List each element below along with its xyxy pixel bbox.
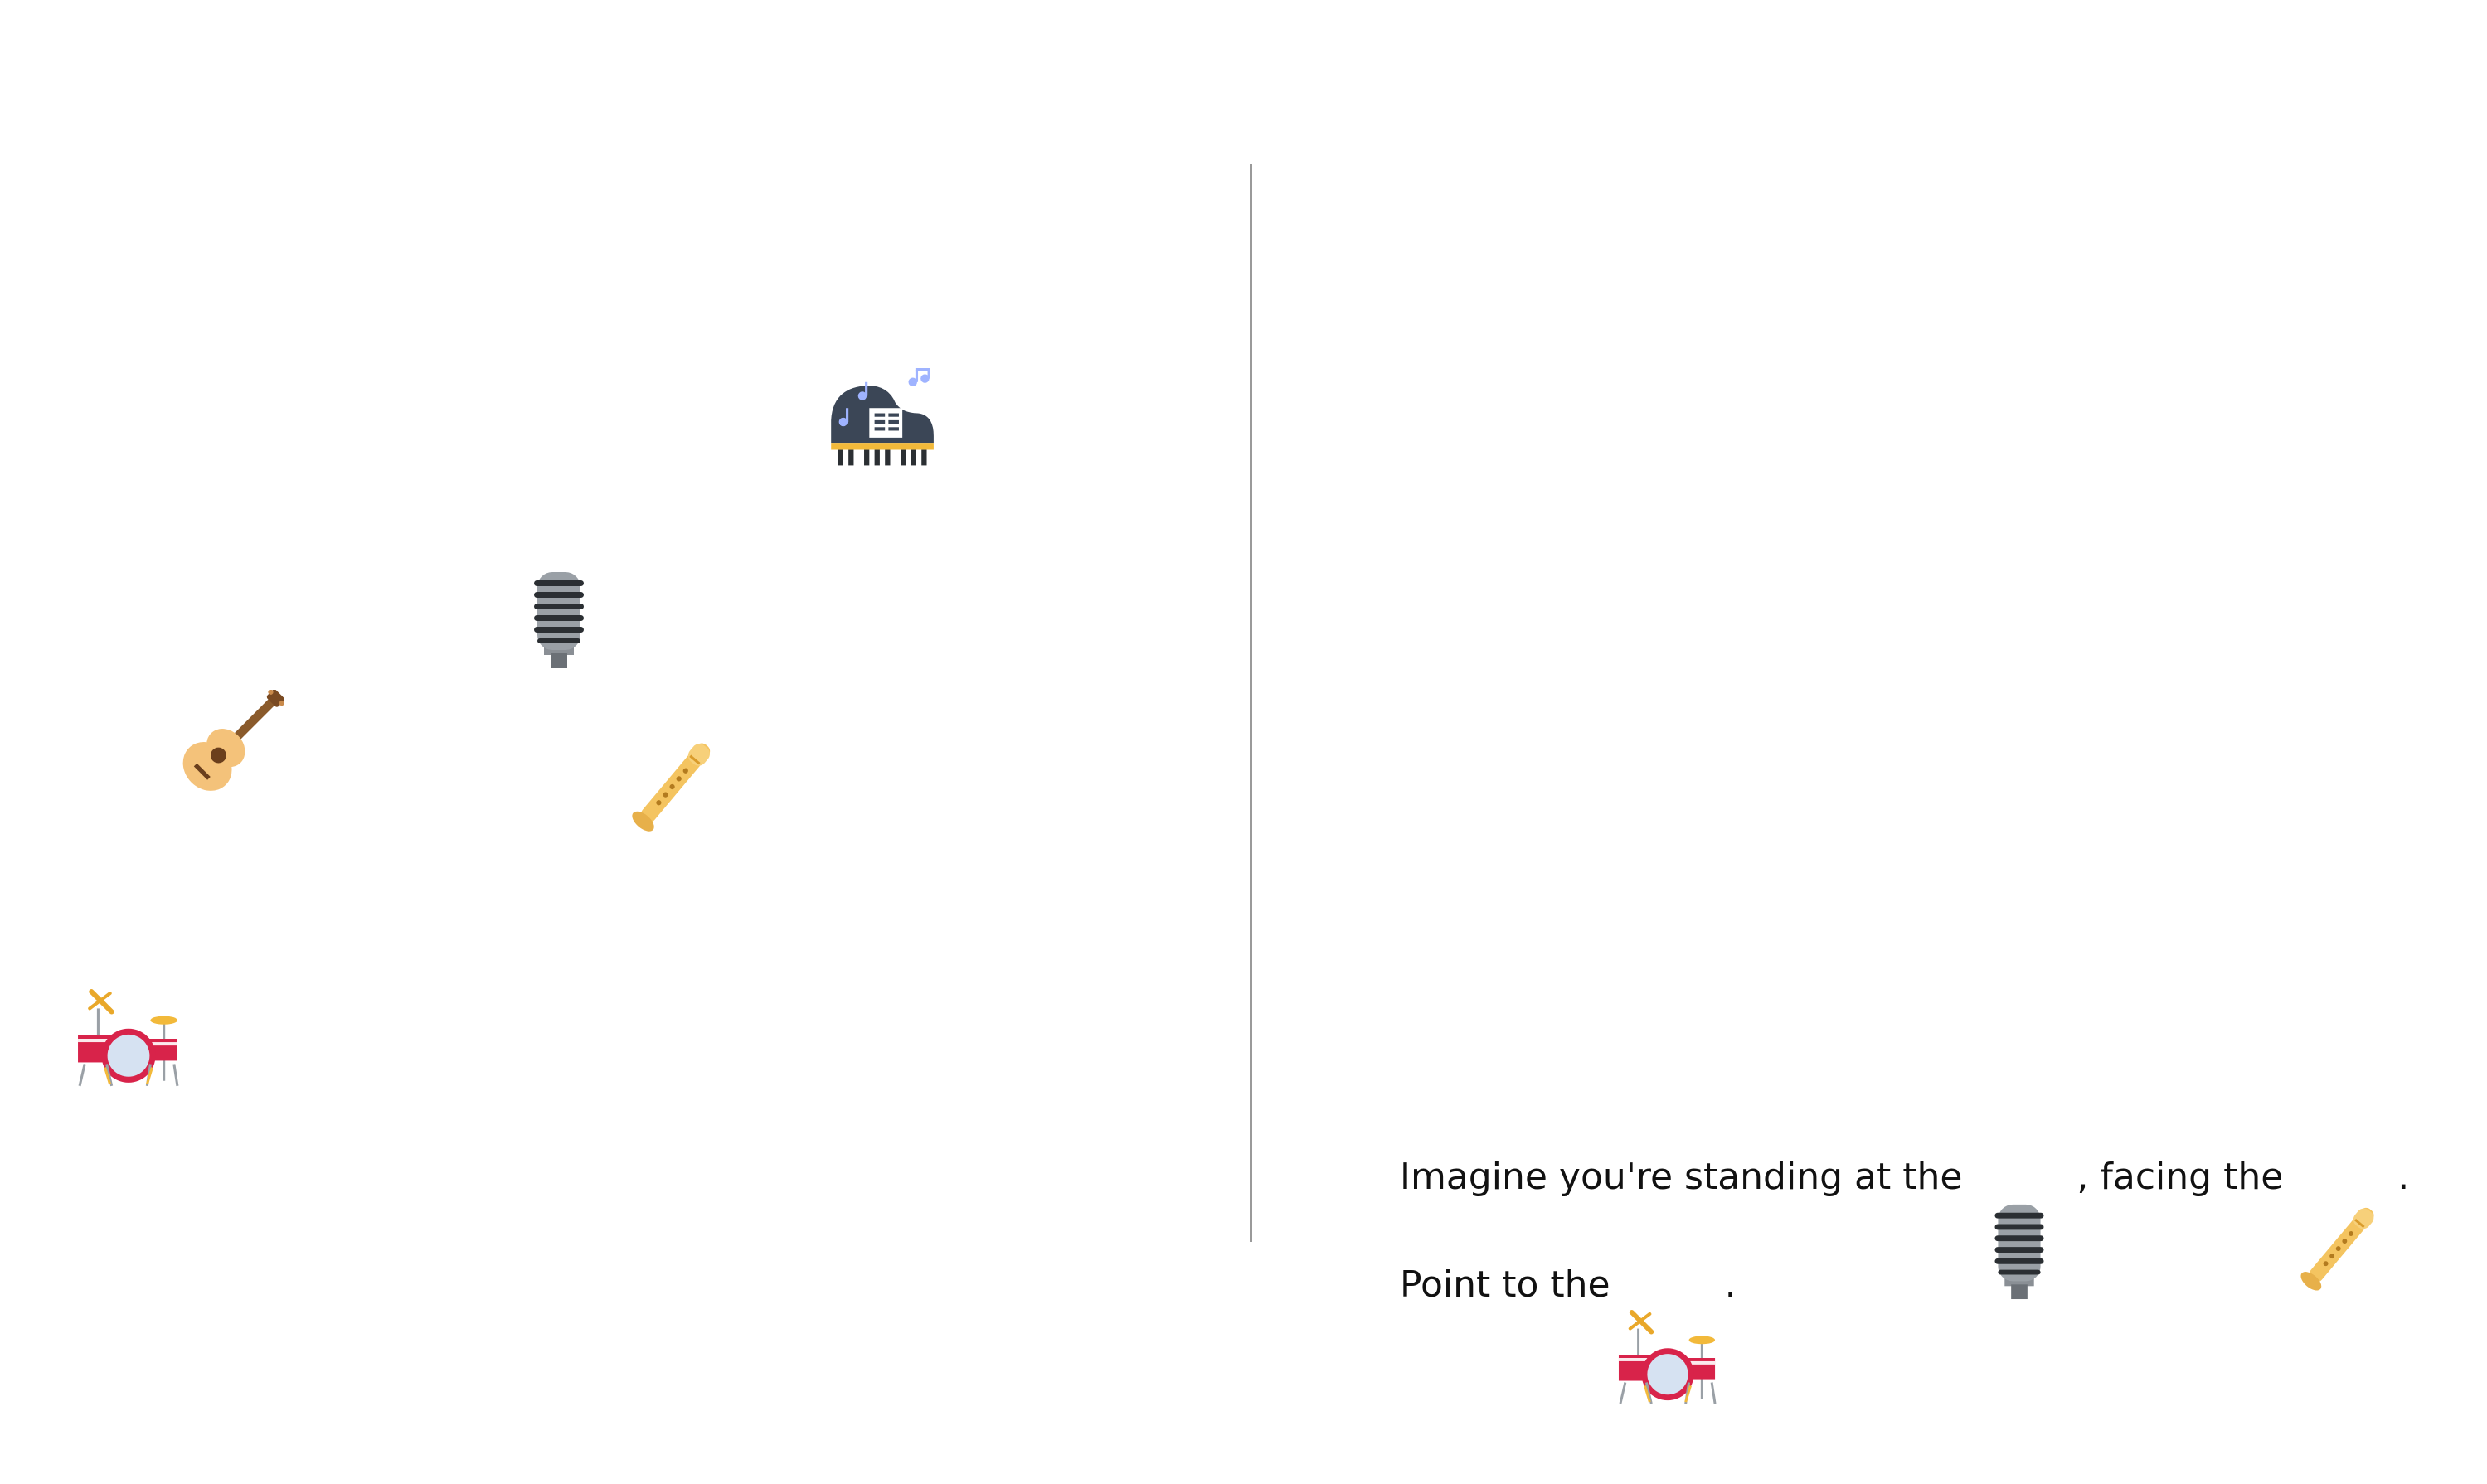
- instruction-text-point: Point to the: [1400, 1263, 1610, 1306]
- instruction-prompt: Imagine you're standing at the , facing …: [1400, 1123, 2428, 1339]
- scene-panel: [0, 0, 1244, 1399]
- flute-icon: [2290, 1127, 2391, 1294]
- guitar-icon[interactable]: [177, 690, 285, 798]
- instruction-period-1: .: [2397, 1156, 2410, 1198]
- drum-kit-icon[interactable]: [76, 987, 181, 1091]
- grand-piano-icon[interactable]: [828, 368, 935, 476]
- drum-kit-icon: [1617, 1234, 1718, 1336]
- instruction-text-facing: , facing the: [2077, 1156, 2284, 1198]
- instruction-text-standing: Imagine you're standing at the: [1400, 1156, 1963, 1198]
- instruction-line-1: Imagine you're standing at the , facing …: [1400, 1123, 2428, 1300]
- panel-divider: [1250, 164, 1252, 1242]
- microphone-icon[interactable]: [508, 567, 610, 670]
- microphone-icon: [1969, 1127, 2070, 1300]
- flute-icon[interactable]: [620, 735, 728, 842]
- instruction-line-2: Point to the .: [1400, 1231, 2428, 1339]
- instruction-period-2: .: [1724, 1263, 1737, 1306]
